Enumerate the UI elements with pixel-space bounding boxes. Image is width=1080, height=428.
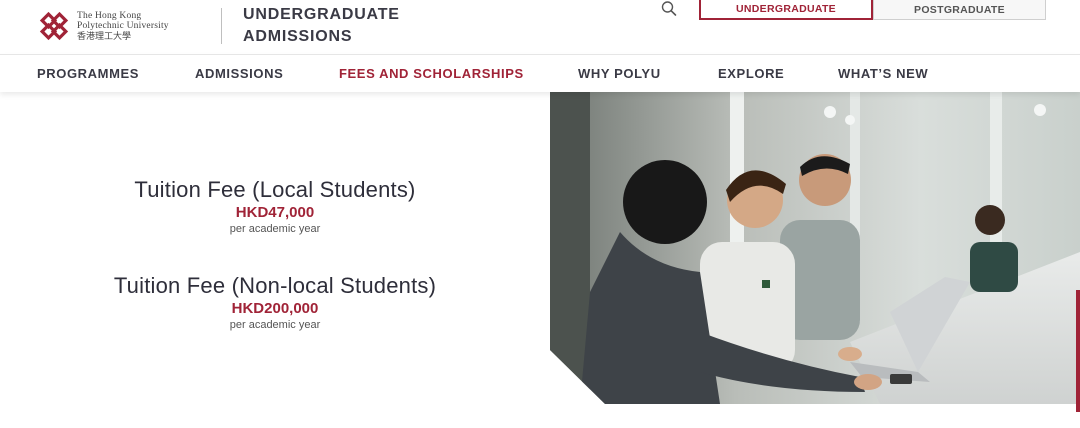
fee-title: Tuition Fee (Non-local Students) [113, 273, 437, 298]
nav-item-explore[interactable]: EXPLORE [718, 66, 784, 81]
fee-title: Tuition Fee (Local Students) [134, 177, 416, 202]
level-tabs: UNDERGRADUATE POSTGRADUATE [699, 0, 1046, 20]
nav-item-admissions[interactable]: ADMISSIONS [195, 66, 283, 81]
students-photo [550, 92, 1080, 404]
nav-item-why-polyu[interactable]: WHY POLYU [578, 66, 661, 81]
tab-postgraduate[interactable]: POSTGRADUATE [873, 0, 1046, 20]
nav-item-fees-and-scholarships[interactable]: FEES AND SCHOLARSHIPS [339, 66, 524, 81]
fee-local: Tuition Fee (Local Students) HKD47,000 p… [0, 177, 550, 236]
logo-divider [221, 8, 222, 44]
logo-name-line1: The Hong Kong [77, 11, 142, 21]
logo-name-line2: Polytechnic University [77, 21, 169, 31]
site-title-line2: ADMISSIONS [243, 28, 353, 45]
tab-undergraduate[interactable]: UNDERGRADUATE [699, 0, 873, 20]
site-header: The Hong Kong Polytechnic University 香港理… [0, 0, 1080, 54]
fee-amount: HKD200,000 [231, 300, 319, 317]
nav-item-programmes[interactable]: PROGRAMMES [37, 66, 139, 81]
site-title[interactable]: UNDERGRADUATE ADMISSIONS [243, 4, 400, 48]
fee-amount: HKD47,000 [235, 204, 315, 221]
tuition-fees-section: Tuition Fee (Local Students) HKD47,000 p… [0, 92, 550, 428]
search-icon[interactable] [660, 0, 678, 18]
fee-non-local: Tuition Fee (Non-local Students) HKD200,… [0, 273, 550, 332]
nav-item-whats-new[interactable]: WHAT’S NEW [838, 66, 928, 81]
site-title-line1: UNDERGRADUATE [243, 6, 400, 23]
fee-note: per academic year [229, 319, 321, 331]
logo-name-zh: 香港理工大學 [77, 31, 132, 41]
brand-accent-bar [1076, 290, 1080, 412]
students-photo-illustration [550, 92, 1080, 404]
main-nav: PROGRAMMES ADMISSIONS FEES AND SCHOLARSH… [0, 54, 1080, 92]
logo-text: The Hong Kong Polytechnic University 香港理… [77, 11, 169, 41]
polyu-logo[interactable]: The Hong Kong Polytechnic University 香港理… [37, 9, 169, 43]
fee-note: per academic year [229, 223, 321, 235]
polyu-emblem-icon [39, 11, 69, 41]
